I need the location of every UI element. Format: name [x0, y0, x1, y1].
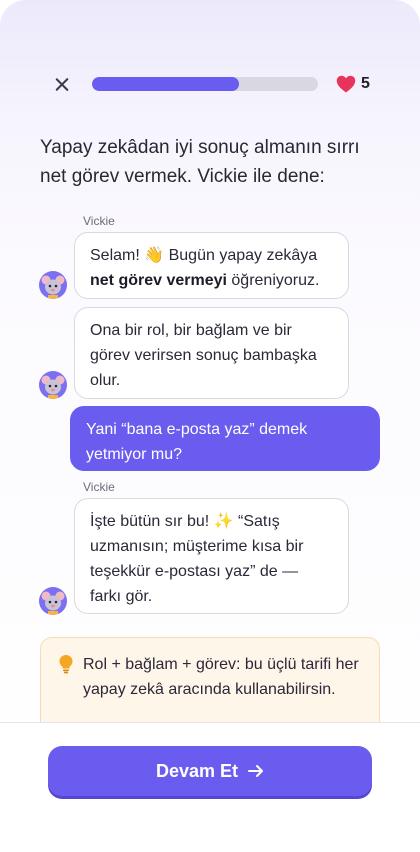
tip-text: Rol + bağlam + görev: bu üçlü tarifi her… [83, 656, 359, 698]
close-icon[interactable] [50, 73, 74, 97]
message-text: öğreniyoruz. [231, 272, 320, 289]
bot-message-1: Selam! 👋 Bugün yapay zekâya net görev ve… [74, 232, 349, 299]
lives-indicator: 5 [336, 73, 370, 95]
sender-name: Vickie [83, 480, 115, 494]
vickie-avatar-icon [39, 271, 67, 299]
lives-count: 5 [361, 75, 370, 92]
lesson-progress-fill [92, 77, 239, 91]
sender-name: Vickie [83, 214, 115, 228]
lesson-progress-bar [92, 77, 318, 91]
lightbulb-icon [59, 655, 73, 674]
lesson-prompt: Yapay zekâdan iyi sonuç almanın sırrı ne… [40, 137, 360, 187]
continue-button-label: Devam Et [155, 760, 239, 781]
bot-message-3: İşte bütün sır bu! ✨ “Satış uzmanısın; m… [74, 498, 349, 614]
message-bold-text: net görev vermeyi [90, 272, 227, 289]
continue-button[interactable]: Devam Et [48, 746, 372, 796]
vickie-avatar-icon [39, 371, 67, 399]
heart-icon [336, 75, 356, 93]
vickie-avatar-icon [39, 587, 67, 615]
lesson-screen: 5 Yapay zekâdan iyi sonuç almanın sırrı … [0, 0, 420, 852]
message-text: Selam! 👋 Bugün yapay zekâya [90, 247, 318, 264]
bot-message-2: Ona bir rol, bir bağlam ve bir görev ver… [74, 307, 349, 399]
user-message: Yani “bana e-posta yaz” demek yetmiyor m… [70, 406, 380, 471]
lesson-header: 5 [0, 70, 420, 98]
arrow-right-icon [248, 765, 264, 777]
